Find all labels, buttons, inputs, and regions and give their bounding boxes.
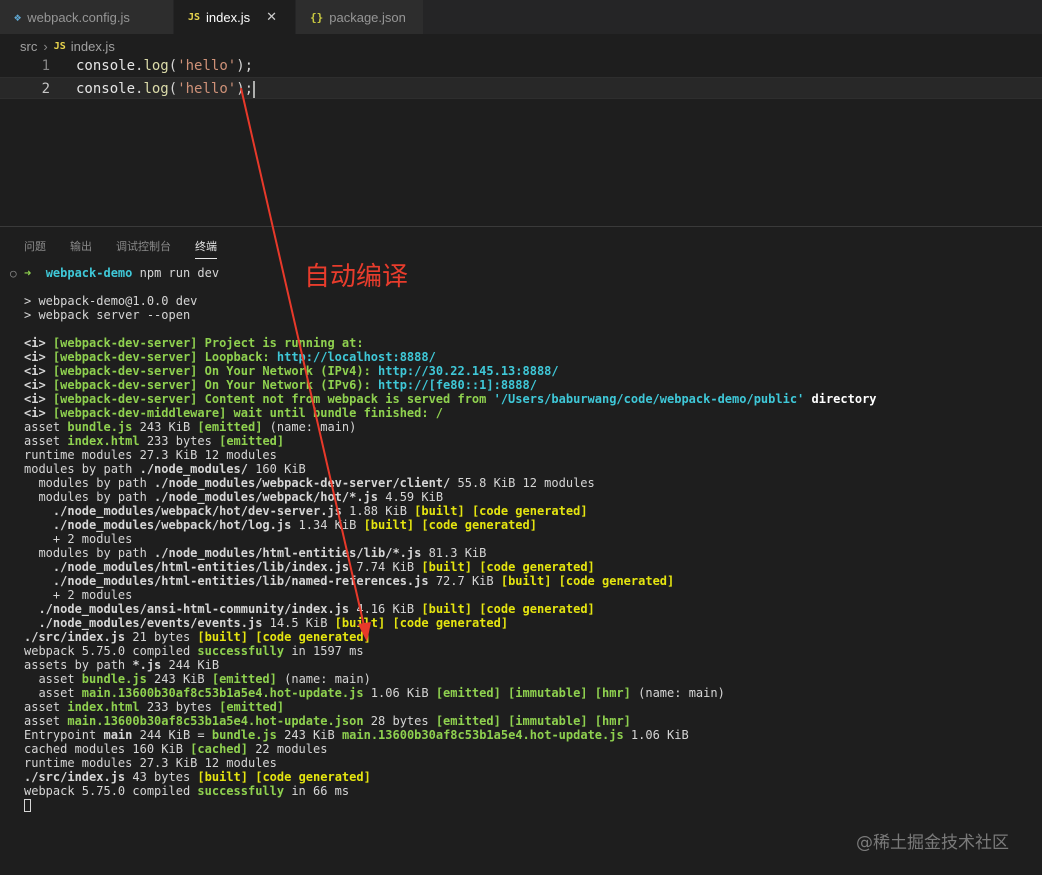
watermark: @稀土掘金技术社区 (856, 833, 1009, 853)
annotation-arrow (240, 87, 371, 642)
